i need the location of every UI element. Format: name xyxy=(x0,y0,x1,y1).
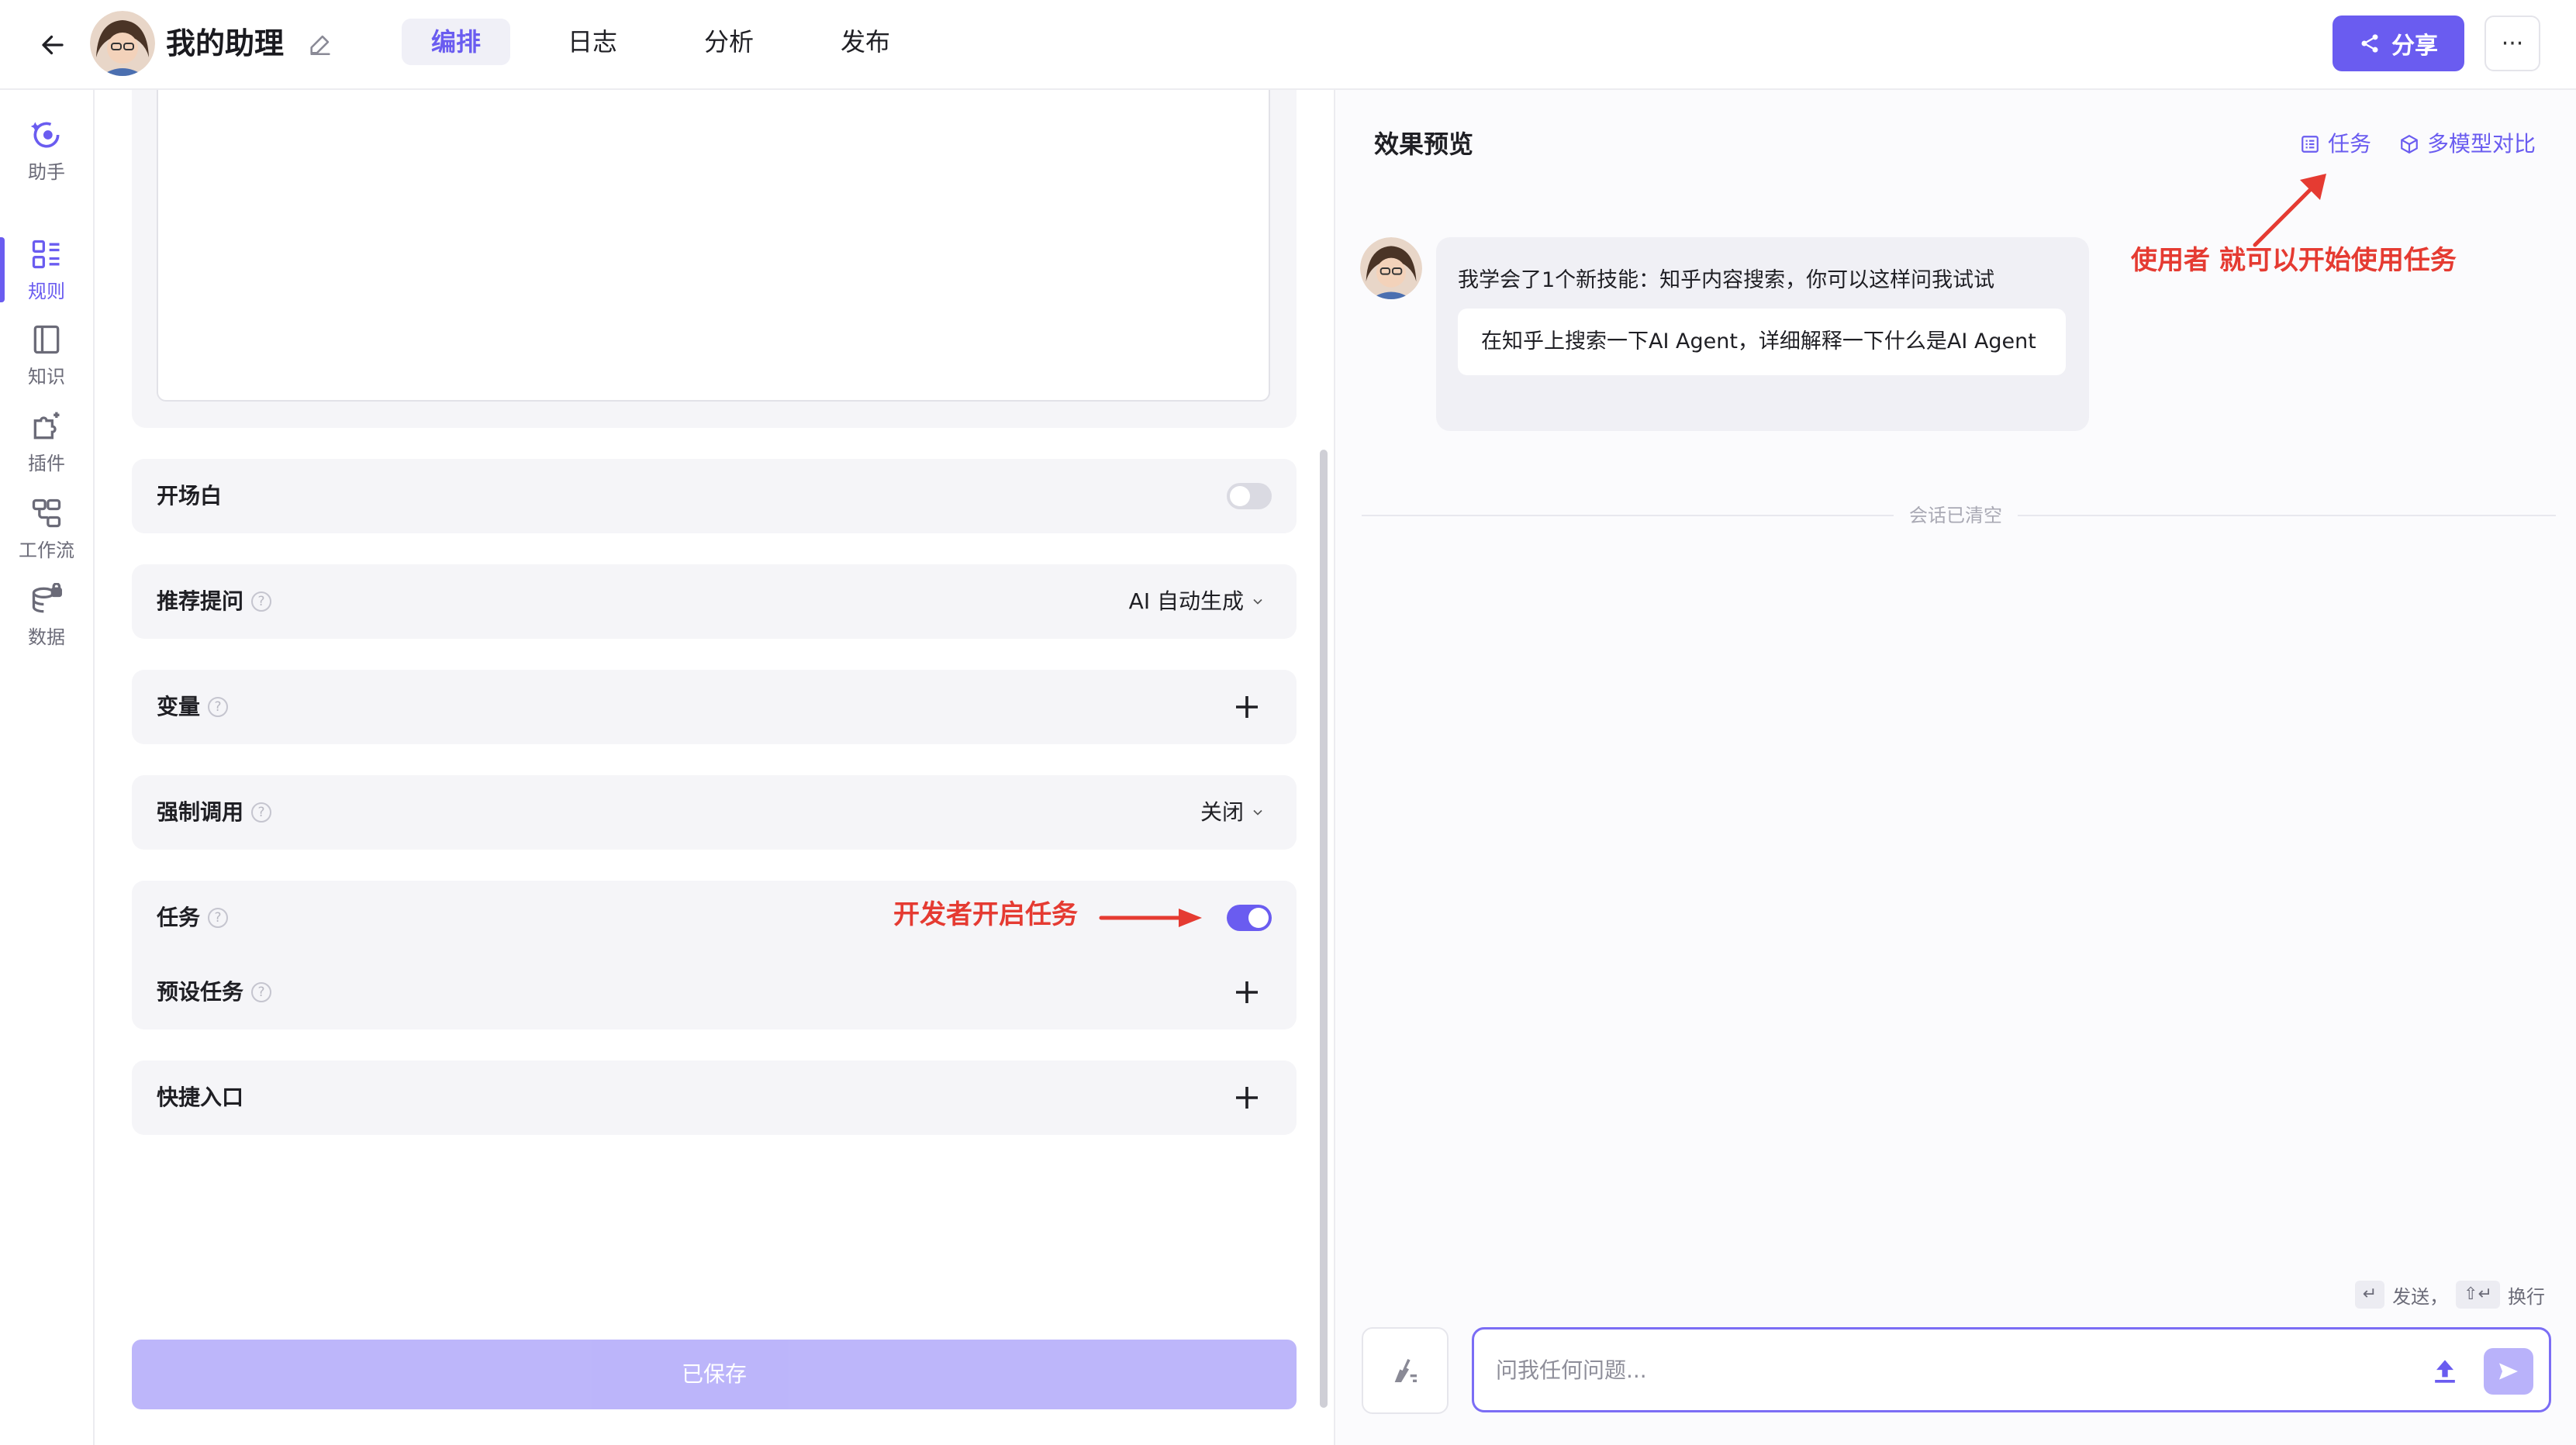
rules-icon xyxy=(32,240,60,268)
opening-toggle[interactable] xyxy=(1227,483,1272,509)
cube-icon xyxy=(2401,134,2418,154)
suggested-label: 推荐提问? xyxy=(157,564,272,639)
multi-model-compare-link[interactable]: 多模型对比 xyxy=(2399,121,2536,167)
shortcut-label: 快捷入口 xyxy=(157,1085,244,1110)
variables-label: 变量? xyxy=(157,670,229,744)
tab-orchestrate[interactable]: 编排 xyxy=(402,19,511,65)
workflow-icon xyxy=(32,498,61,527)
prompt-editor[interactable] xyxy=(157,90,1270,402)
sidebar-item-label: 知识 xyxy=(28,365,65,388)
opening-row: 开场白 xyxy=(132,459,1297,533)
suggested-question-chip[interactable]: 在知乎上搜索一下AI Agent，详细解释一下什么是AI Agent xyxy=(1458,309,2066,375)
task-link[interactable]: 任务 xyxy=(2300,121,2371,167)
bot-avatar xyxy=(1360,237,1422,299)
broom-icon xyxy=(1394,1359,1417,1382)
shortcut-row: 快捷入口 xyxy=(132,1060,1297,1135)
red-arrow-right-icon xyxy=(1099,909,1202,927)
add-shortcut-plus-icon[interactable] xyxy=(1228,1079,1266,1116)
tab-logs[interactable]: 日志 xyxy=(538,19,647,65)
preview-title: 效果预览 xyxy=(1374,129,1474,159)
share-label: 分享 xyxy=(2391,33,2438,60)
assistant-avatar xyxy=(90,11,155,76)
help-icon: ? xyxy=(251,802,272,823)
developer-annotation: 开发者开启任务 xyxy=(893,899,1078,930)
suggested-questions-row: 推荐提问? AI 自动生成 xyxy=(132,564,1297,639)
add-variable-plus-icon[interactable] xyxy=(1228,688,1266,726)
hint-send-label: 发送， xyxy=(2392,1285,2449,1308)
arrow-left-icon xyxy=(42,35,64,55)
prompt-card xyxy=(132,90,1297,428)
data-icon xyxy=(32,582,62,612)
sidebar-item-label: 数据 xyxy=(28,626,65,648)
help-icon: ? xyxy=(251,591,272,612)
chat-input[interactable] xyxy=(1496,1345,2395,1395)
back-button[interactable] xyxy=(31,23,74,67)
sidebar-item-data[interactable]: 数据 xyxy=(0,577,93,654)
sidebar-item-knowledge[interactable]: 知识 xyxy=(0,316,93,394)
tab-publish[interactable]: 发布 xyxy=(811,19,920,65)
top-header: 我的助理 编排 日志 分析 发布 分享 ··· xyxy=(0,0,2576,90)
clear-session-button[interactable] xyxy=(1362,1327,1449,1414)
chevron-down-icon xyxy=(1253,598,1262,605)
edit-pencil-icon[interactable] xyxy=(307,31,333,57)
sidebar-item-label: 插件 xyxy=(28,452,65,474)
send-button[interactable] xyxy=(2484,1348,2533,1395)
sidebar-item-rules[interactable]: 规则 xyxy=(0,231,93,309)
help-icon: ? xyxy=(208,697,229,717)
add-preset-task-plus-icon[interactable] xyxy=(1228,974,1266,1011)
forced-call-dropdown[interactable]: 关闭 xyxy=(1200,775,1266,850)
bot-message-bubble: 我学会了1个新技能：知乎内容搜索，你可以这样问我试试 在知乎上搜索一下AI Ag… xyxy=(1436,237,2089,431)
compare-link-label: 多模型对比 xyxy=(2426,131,2536,157)
variables-row: 变量? xyxy=(132,670,1297,744)
tasks-label: 任务? xyxy=(157,881,229,955)
share-button[interactable]: 分享 xyxy=(2333,16,2464,71)
sidebar-item-plugins[interactable]: 插件 xyxy=(0,403,93,481)
tasks-toggle[interactable] xyxy=(1227,905,1272,931)
config-panel: 开场白 推荐提问? AI 自动生成 变量? 强制调用? 关闭 任务? 预设任务?… xyxy=(95,90,1334,1445)
config-scrollbar[interactable] xyxy=(1320,450,1328,1408)
more-options-button[interactable]: ··· xyxy=(2484,16,2540,71)
send-arrow-icon xyxy=(2499,1363,2518,1380)
left-sidebar: 助手 规则 知识 插件 工作流 数据 xyxy=(0,90,95,1445)
app-title: 我的助理 xyxy=(166,26,285,60)
top-tabs: 编排 日志 分析 发布 xyxy=(402,19,920,65)
preview-links: 任务 多模型对比 xyxy=(2300,121,2536,167)
user-annotation: 使用者 就可以开始使用任务 xyxy=(2131,245,2457,276)
suggested-dropdown[interactable]: AI 自动生成 xyxy=(1129,564,1266,639)
assistant-icon xyxy=(30,122,60,147)
more-dots-icon: ··· xyxy=(2501,29,2524,57)
forced-call-row: 强制调用? 关闭 xyxy=(132,775,1297,850)
task-list-icon xyxy=(2301,136,2319,153)
upload-icon[interactable] xyxy=(2428,1354,2462,1388)
shift-enter-key-icon: ⇧↵ xyxy=(2456,1281,2500,1309)
preview-panel: 效果预览 任务 多模型对比 使用者 就可以开始使用任务 我学会了1个新技能：知乎… xyxy=(1334,90,2576,1445)
knowledge-icon xyxy=(33,325,60,353)
enter-key-icon: ↵ xyxy=(2354,1281,2385,1309)
forced-call-value: 关闭 xyxy=(1200,799,1244,825)
sidebar-item-label: 助手 xyxy=(28,160,65,183)
hint-newline-label: 换行 xyxy=(2508,1285,2545,1308)
session-cleared-label: 会话已清空 xyxy=(1894,498,2018,533)
plugin-icon xyxy=(33,412,60,439)
share-icon xyxy=(2361,34,2378,53)
help-icon: ? xyxy=(251,982,272,1002)
sidebar-item-assistant[interactable]: 助手 xyxy=(0,112,93,189)
chat-input-box xyxy=(1472,1327,2551,1412)
opening-label: 开场白 xyxy=(157,483,223,509)
suggested-value: AI 自动生成 xyxy=(1128,588,1244,614)
sidebar-item-workflow[interactable]: 工作流 xyxy=(0,490,93,567)
help-icon: ? xyxy=(208,908,229,928)
saved-button[interactable]: 已保存 xyxy=(132,1340,1297,1409)
keyboard-hint: ↵ 发送， ⇧↵ 换行 xyxy=(2354,1281,2545,1309)
tab-analytics[interactable]: 分析 xyxy=(675,19,783,65)
bot-message-text: 我学会了1个新技能：知乎内容搜索，你可以这样问我试试 xyxy=(1458,268,1995,292)
chevron-down-icon xyxy=(1253,809,1262,816)
sidebar-item-label: 规则 xyxy=(28,280,65,302)
sidebar-item-label: 工作流 xyxy=(19,539,74,561)
task-link-label: 任务 xyxy=(2327,131,2371,157)
preset-tasks-label: 预设任务? xyxy=(157,955,272,1029)
forced-call-label: 强制调用? xyxy=(157,775,272,850)
